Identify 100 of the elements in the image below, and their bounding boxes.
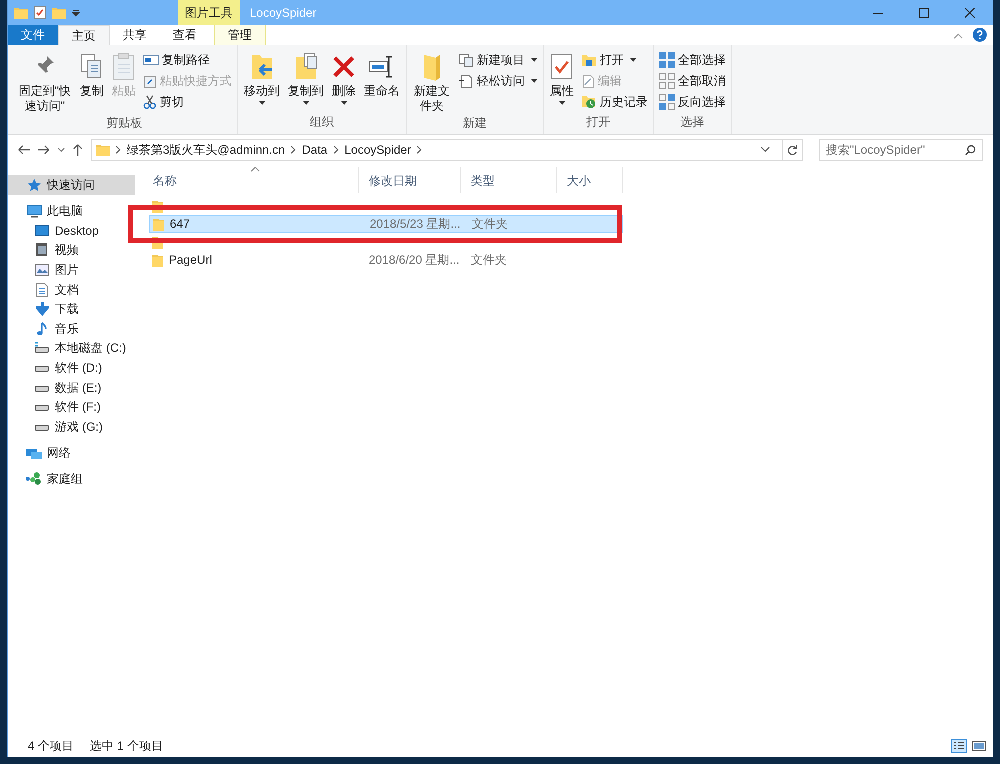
nav-item[interactable]: 网络 (8, 442, 135, 463)
column-header[interactable]: 名称 (143, 167, 359, 193)
ribbon-tab[interactable]: 共享 (110, 25, 160, 45)
ribbon-button[interactable]: 删除 (329, 48, 359, 105)
chevron-icon (334, 146, 339, 154)
file-date: 2018/6/20 星期... (368, 252, 461, 269)
ribbon-button[interactable]: 复制路径 (141, 50, 234, 69)
ribbon-button[interactable]: 打开 (579, 50, 650, 69)
caret-icon (531, 58, 538, 62)
path-icon (143, 54, 159, 66)
file-row[interactable]: 647 2018/5/23 星期... 文件夹 (149, 215, 623, 233)
recent-locations-icon[interactable] (58, 148, 65, 152)
ribbon-button[interactable]: 新建项目 (456, 50, 540, 69)
nav-item[interactable]: 下载 (8, 299, 135, 319)
nav-item[interactable]: 快速访问 (8, 175, 135, 195)
file-name: PageUrl (169, 252, 212, 269)
ribbon-tab[interactable]: 管理 (214, 25, 266, 45)
nav-item[interactable]: 软件 (D:) (8, 358, 135, 378)
folder-icon (423, 52, 441, 82)
chevron-icon (291, 146, 296, 154)
ribbon-button[interactable]: 复制到 (285, 48, 327, 105)
properties-icon (551, 52, 573, 82)
breadcrumb-segment[interactable]: LocoySpider (344, 141, 412, 159)
monitor-icon (26, 204, 42, 218)
ribbon-button[interactable]: 反向选择 (657, 92, 728, 111)
breadcrumb-segment[interactable]: 绿茶第3版火车头@adminn.cn (127, 141, 286, 159)
collapse-ribbon-icon[interactable] (954, 33, 963, 39)
group-label: 打开 (586, 114, 612, 131)
ribbon-button[interactable]: 移动到 (241, 48, 283, 105)
search-field[interactable]: 搜索"LocoySpider" (819, 139, 983, 161)
properties-icon[interactable] (34, 6, 46, 19)
details-view-icon[interactable] (951, 739, 967, 753)
file-row[interactable]: PageUrl 2018/6/20 星期... 文件夹 (149, 251, 623, 269)
history-icon (581, 94, 597, 108)
people-icon (26, 472, 42, 486)
nav-item[interactable]: 此电脑 (8, 201, 135, 221)
nav-item[interactable]: 家庭组 (8, 468, 135, 489)
file-name: 647 (170, 216, 190, 233)
ribbon-button[interactable]: 历史记录 (579, 92, 650, 111)
refresh-icon[interactable] (787, 144, 798, 156)
ribbon-button[interactable]: 复制 (77, 48, 107, 99)
select-none-icon (659, 72, 675, 88)
folder-icon (152, 254, 163, 266)
scissors-icon (143, 94, 157, 108)
ribbon-button[interactable]: 全部取消 (657, 71, 728, 90)
status-text: 4 个项目 (28, 738, 74, 755)
help-icon[interactable] (973, 28, 987, 42)
file-type: 文件夹 (470, 252, 508, 269)
window-title: LocoySpider (249, 4, 318, 22)
dropdown-icon[interactable] (761, 147, 770, 153)
chevron-icon (116, 146, 121, 154)
desktop-icon (34, 224, 50, 237)
breadcrumb-segment[interactable]: Data (302, 141, 328, 159)
drive-icon (34, 403, 50, 412)
nav-item[interactable]: 数据 (E:) (8, 378, 135, 398)
address-field[interactable]: 绿茶第3版火车头@adminn.cn Data LocoySpider (91, 139, 803, 161)
large-icons-view-icon[interactable] (971, 739, 987, 753)
close-icon[interactable] (965, 8, 975, 18)
nav-item[interactable]: 软件 (F:) (8, 397, 135, 417)
nav-item[interactable]: Desktop (8, 221, 135, 241)
forward-button[interactable] (38, 145, 50, 155)
ribbon-tab[interactable]: 主页 (58, 25, 110, 45)
ribbon-button[interactable]: 属性 (547, 48, 577, 105)
nav-item[interactable]: 视频 (8, 240, 135, 260)
film-icon (34, 243, 50, 258)
ribbon-tab[interactable]: 文件 (8, 25, 58, 45)
select-all-icon (659, 52, 675, 68)
ribbon-button[interactable]: 新建文件夹 (410, 48, 454, 114)
shortcut-icon (143, 74, 157, 88)
system-drive-icon (34, 342, 50, 354)
easy-access-icon (458, 74, 474, 88)
ribbon-button[interactable]: 重命名 (361, 48, 403, 99)
nav-item[interactable]: 文档 (8, 280, 135, 300)
column-header[interactable]: 修改日期 (359, 167, 461, 193)
drive-icon (34, 422, 50, 431)
open-icon (581, 52, 597, 66)
drive-icon (34, 364, 50, 372)
ribbon-button[interactable]: 剪切 (141, 92, 234, 111)
up-button[interactable] (73, 144, 83, 156)
group-label: 组织 (309, 114, 335, 131)
nav-item[interactable]: 本地磁盘 (C:) (8, 338, 135, 358)
drive-icon (34, 384, 50, 392)
ribbon-button[interactable]: 轻松访问 (456, 71, 540, 90)
move-folder-icon (250, 52, 274, 82)
back-button[interactable] (18, 145, 30, 155)
nav-item[interactable]: 音乐 (8, 318, 135, 339)
file-type: 文件夹 (471, 216, 509, 233)
maximize-icon[interactable] (919, 8, 929, 18)
column-header[interactable]: 大小 (557, 167, 623, 193)
ribbon-button[interactable]: 固定到"快速访问" (15, 48, 75, 114)
edit-icon (581, 74, 595, 88)
caret-icon (340, 101, 348, 105)
group-label: 新建 (462, 115, 488, 132)
ribbon-tab[interactable]: 查看 (160, 25, 210, 45)
column-header[interactable]: 类型 (461, 167, 557, 193)
customize-toolbar-icon[interactable] (72, 8, 80, 16)
ribbon-button[interactable]: 全部选择 (657, 50, 728, 69)
group-label: 剪贴板 (106, 115, 144, 132)
nav-item[interactable]: 游戏 (G:) (8, 416, 135, 437)
nav-item[interactable]: 图片 (8, 260, 135, 280)
